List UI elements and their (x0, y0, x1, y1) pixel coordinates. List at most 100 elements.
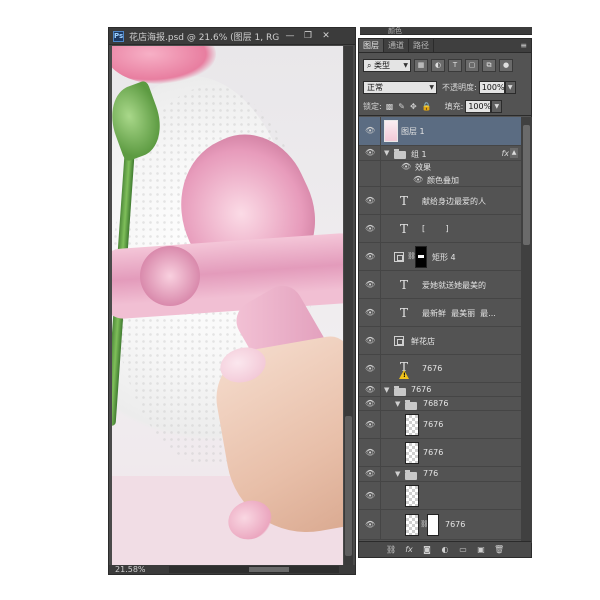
eye-icon[interactable]: 👁 (365, 469, 375, 479)
tab-channels[interactable]: 通道 (384, 39, 409, 52)
layer-row[interactable]: 👁 T [ ] (359, 215, 521, 243)
document-titlebar[interactable]: Ps 花店海报.psd @ 21.6% (图层 1, RGB/8... — ❐ … (109, 28, 355, 45)
scroll-thumb[interactable] (523, 125, 530, 245)
layer-row[interactable]: 👁 鲜花店 (359, 327, 521, 355)
filter-shape-icon[interactable]: ▢ (465, 58, 479, 72)
layer-row[interactable]: 👁 7676 (359, 439, 521, 467)
layer-row[interactable]: 👁 T 爱她就送她最美的 (359, 271, 521, 299)
adjustment-icon[interactable]: ◐ (440, 545, 450, 555)
close-button[interactable]: ✕ (319, 30, 333, 42)
chevron-down-icon[interactable]: ▼ (504, 80, 516, 94)
filter-toggle-icon[interactable]: ● (499, 58, 513, 72)
fill-field[interactable]: 100% (465, 100, 492, 113)
filter-text-icon[interactable]: T (448, 58, 462, 72)
layer-row[interactable]: 👁 (359, 482, 521, 510)
new-layer-icon[interactable]: ▣ (476, 545, 486, 555)
eye-icon[interactable]: 👁 (365, 308, 375, 318)
visibility-column (359, 161, 381, 173)
eye-icon[interactable]: 👁 (365, 491, 375, 501)
zoom-level[interactable]: 21.58% (115, 565, 146, 574)
lock-paint-icon[interactable]: ✎ (398, 102, 405, 111)
eye-icon[interactable]: 👁 (365, 224, 375, 234)
expand-arrow-icon[interactable]: ▼ (384, 386, 389, 394)
folder-icon[interactable]: ▭ (458, 545, 468, 555)
panel-menu-icon[interactable]: ≡ (520, 39, 527, 52)
eye-icon[interactable]: 👁 (365, 448, 375, 458)
restore-button[interactable]: ❐ (301, 30, 315, 42)
eye-icon[interactable]: 👁 (365, 399, 375, 409)
chevron-down-icon[interactable]: ▼ (491, 100, 503, 113)
filter-kind-select[interactable]: ⌕ 类型 ▼ (363, 58, 411, 72)
layer-mask-thumbnail (427, 514, 439, 536)
opacity-field[interactable]: 100% (478, 80, 505, 94)
layer-name: 776 (423, 469, 439, 478)
color-panel-tab[interactable]: 颜色 (388, 26, 402, 36)
chevron-up-icon[interactable]: ▲ (510, 148, 518, 158)
canvas-horizontal-scrollbar[interactable] (169, 566, 339, 573)
eye-icon[interactable]: 👁 (365, 336, 375, 346)
canvas[interactable] (112, 46, 343, 568)
filter-adjustment-icon[interactable]: ◐ (431, 58, 445, 72)
minimize-button[interactable]: — (283, 30, 297, 42)
effects-label: 效果 (415, 163, 431, 172)
link-icon[interactable]: ⛓ (386, 545, 396, 555)
expand-arrow-icon[interactable]: ▼ (384, 149, 389, 157)
eye-icon[interactable]: 👁 (365, 520, 375, 530)
layer-row[interactable]: 👁 7676 (359, 411, 521, 439)
eye-icon[interactable]: 👁 (365, 252, 375, 262)
canvas-vertical-scrollbar[interactable] (344, 46, 353, 568)
expand-arrow-icon[interactable]: ▼ (395, 470, 400, 478)
eye-icon[interactable]: 👁 (365, 420, 375, 430)
eye-icon[interactable]: 👁 (365, 280, 375, 290)
lock-move-icon[interactable]: ✥ (410, 102, 417, 111)
layer-row[interactable]: 👁 ⛓ 7676 (359, 510, 521, 540)
scroll-thumb[interactable] (345, 416, 352, 556)
layer-list-scrollbar[interactable] (521, 117, 532, 543)
eye-icon[interactable]: 👁 (413, 175, 423, 185)
layer-name: 鲜花店 (411, 337, 435, 346)
lock-row: 锁定: ▩ ✎ ✥ 🔒 填充: 100% ▼ (359, 98, 531, 116)
layer-name: 7676 (422, 364, 443, 373)
lock-transparent-icon[interactable]: ▩ (386, 102, 394, 111)
trash-icon[interactable]: 🗑 (494, 545, 504, 555)
eye-icon[interactable]: 👁 (365, 196, 375, 206)
color-panel-collapsed[interactable]: 颜色 (360, 27, 532, 35)
blend-row: 正常 ▼ 不透明度: 100% ▼ (359, 78, 531, 96)
layer-thumbnail (405, 485, 419, 507)
layer-group-row[interactable]: 👁 ▼ 76876 (359, 397, 521, 411)
filter-kind-label: 类型 (374, 60, 391, 70)
expand-arrow-icon[interactable]: ▼ (395, 400, 400, 408)
layer-row[interactable]: 👁 图层 1 (359, 117, 521, 146)
fx-icon[interactable]: fx (404, 545, 414, 555)
text-layer-icon: T (399, 222, 408, 236)
layer-row[interactable]: 👁 T ! 7676 (359, 355, 521, 383)
layer-row[interactable]: 👁 T 献给身边最爱的人 (359, 187, 521, 215)
vector-mask-thumbnail (415, 246, 427, 268)
layer-row[interactable]: 👁 ⛓ 矩形 4 (359, 243, 521, 271)
layer-name: 7676 (423, 420, 444, 429)
eye-icon[interactable]: 👁 (365, 148, 375, 158)
fx-icon[interactable]: fx (501, 149, 509, 158)
eye-icon[interactable]: 👁 (365, 364, 375, 374)
layer-group-row[interactable]: 👁 ▼ 组 1 fx ▲ (359, 146, 521, 161)
eye-icon[interactable]: 👁 (401, 162, 411, 172)
layer-row[interactable]: 👁 T 最新鲜 最美丽 最... (359, 299, 521, 327)
layer-group-row[interactable]: 👁 ▼ 776 (359, 467, 521, 482)
scroll-thumb[interactable] (249, 567, 289, 572)
filter-pixel-icon[interactable]: ▦ (414, 58, 428, 72)
layer-group-row[interactable]: 👁 ▼ 7676 (359, 383, 521, 397)
blend-mode-select[interactable]: 正常 ▼ (363, 80, 437, 94)
mask-icon[interactable]: ◙ (422, 545, 432, 555)
effects-row[interactable]: 👁 效果 (359, 161, 521, 173)
tab-paths[interactable]: 路径 (409, 39, 434, 52)
text-layer-icon: T (399, 278, 408, 292)
panel-tabbar: 图层 通道 路径 ≡ (359, 39, 531, 53)
eye-icon[interactable]: 👁 (365, 385, 375, 395)
tab-layers[interactable]: 图层 (359, 39, 384, 52)
layer-thumbnail (405, 514, 419, 536)
search-icon: ⌕ (367, 60, 375, 70)
filter-smart-icon[interactable]: ⧉ (482, 58, 496, 72)
lock-all-icon[interactable]: 🔒 (422, 102, 432, 111)
eye-icon[interactable]: 👁 (365, 126, 375, 136)
effect-row[interactable]: 👁 颜色叠加 (359, 173, 521, 187)
